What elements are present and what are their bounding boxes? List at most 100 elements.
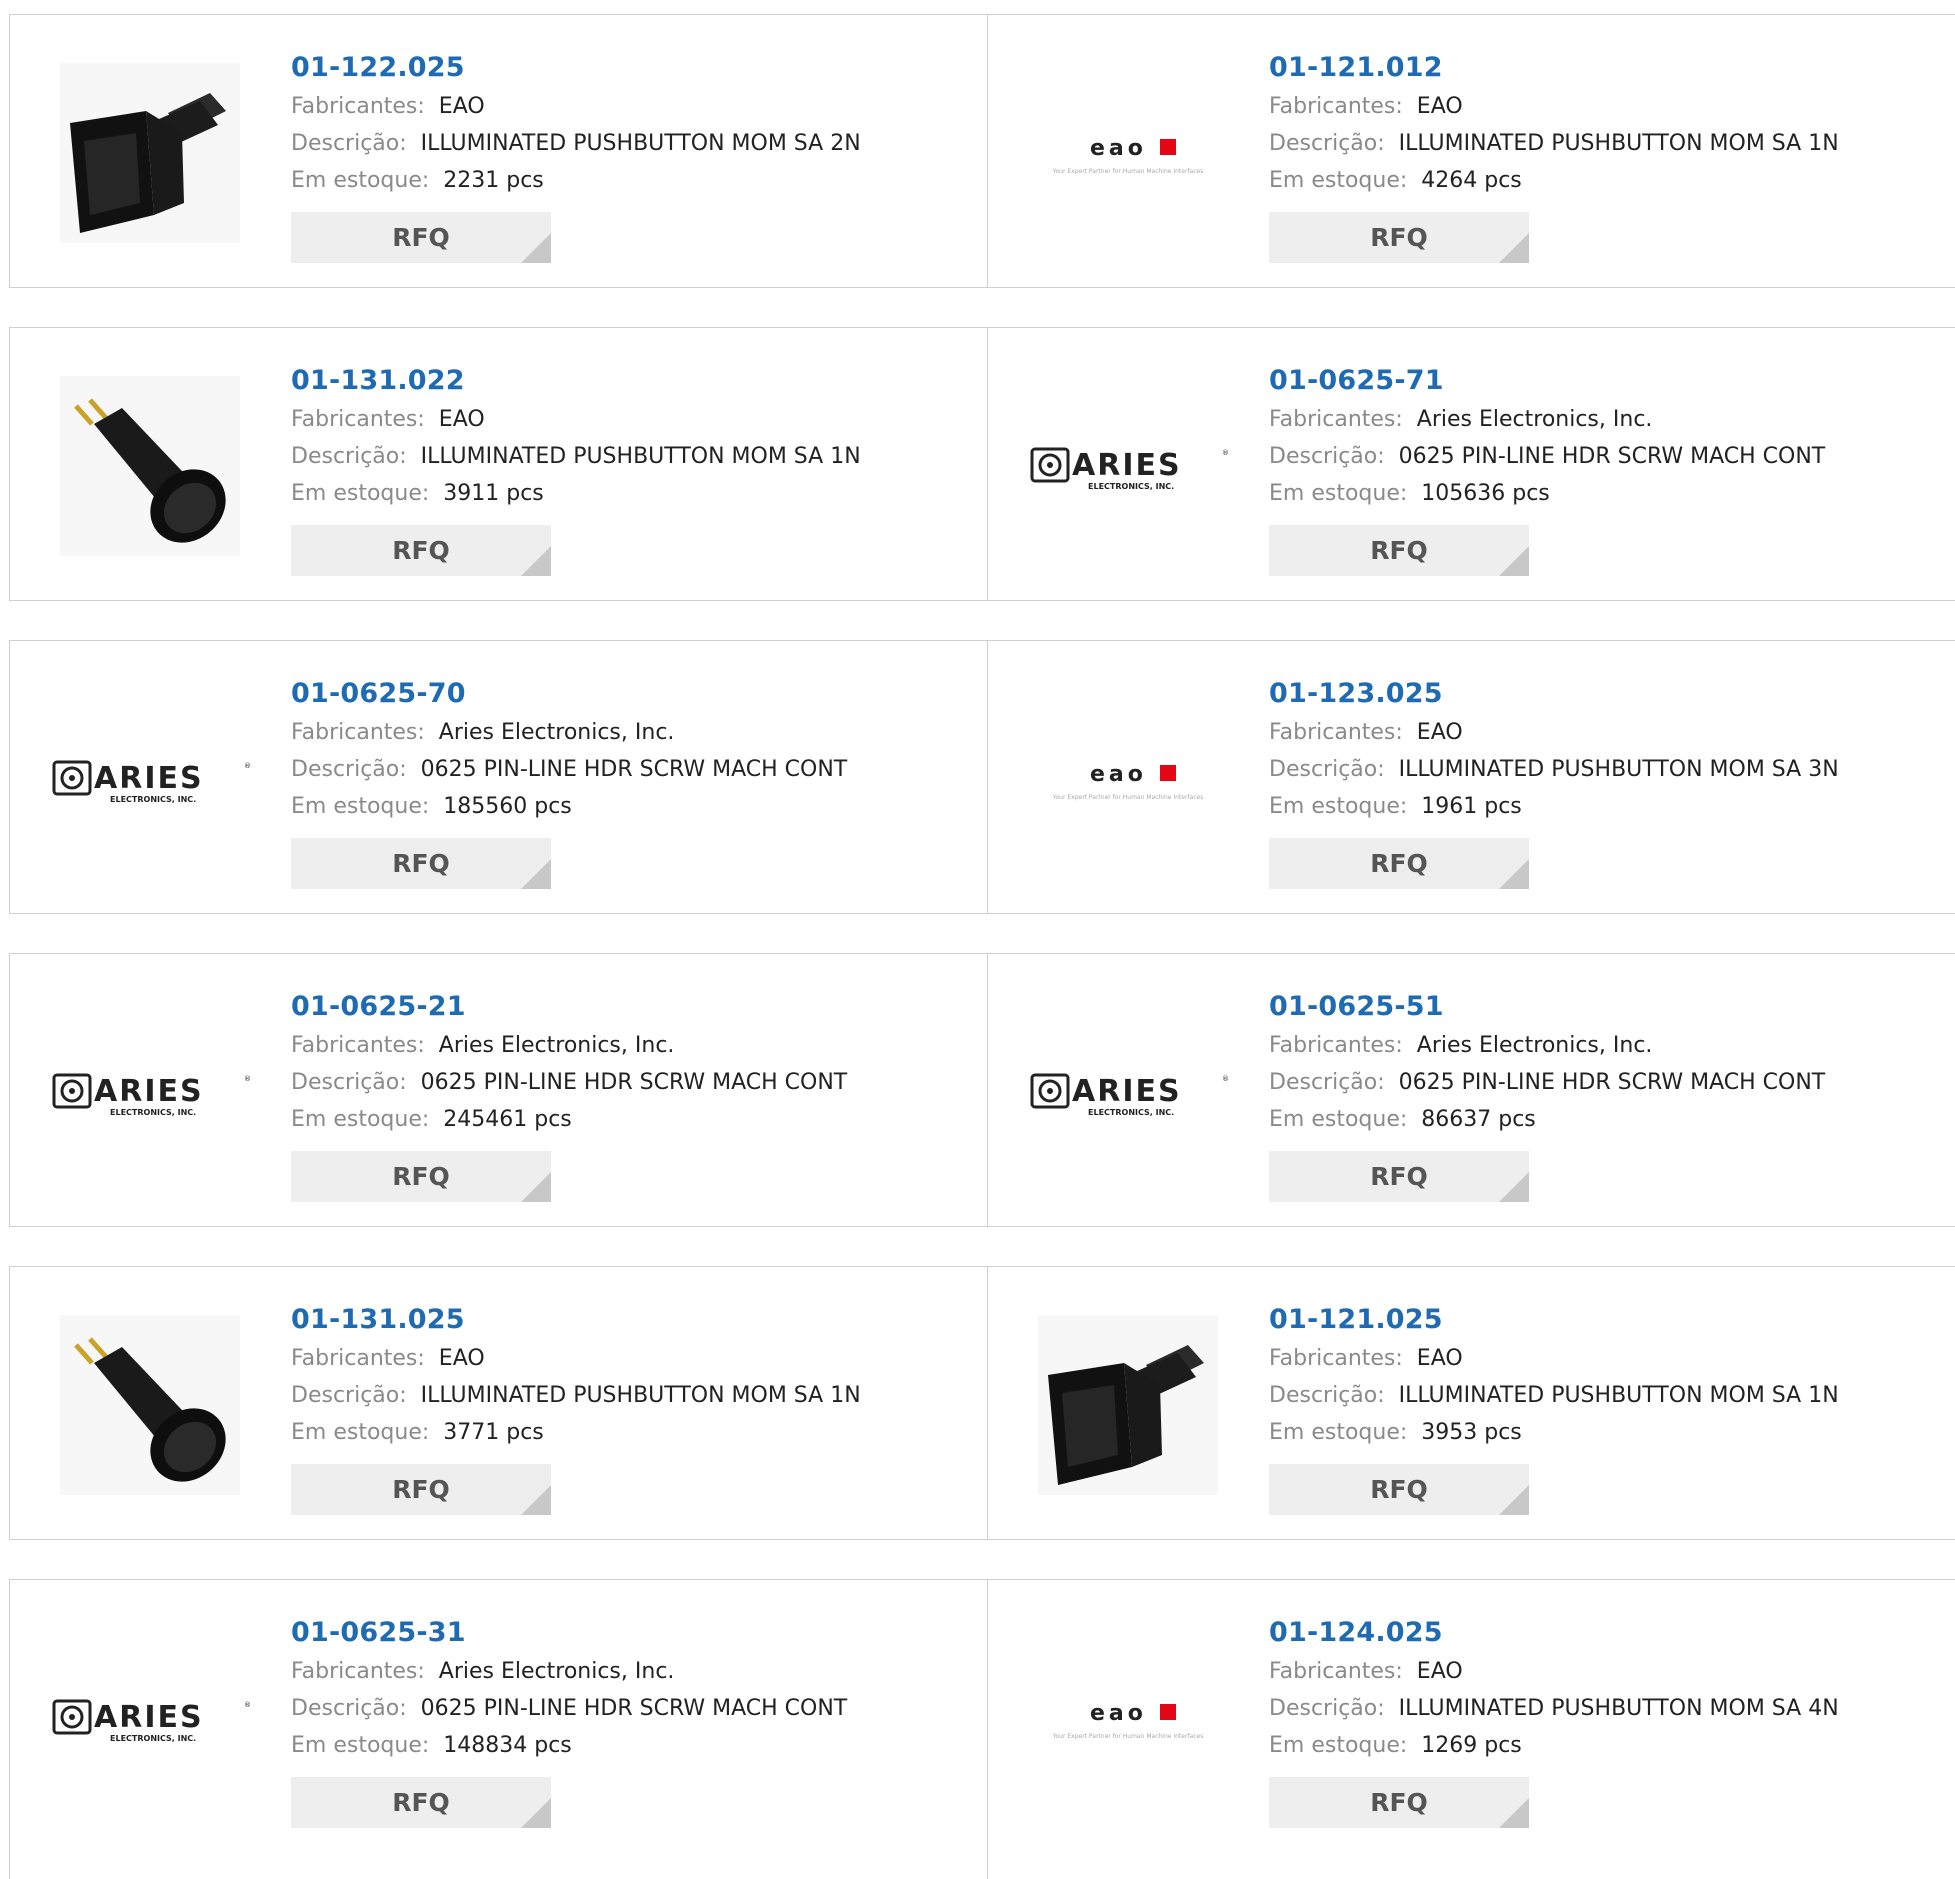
description-line: Descrição: 0625 PIN-LINE HDR SCRW MACH CO… [291, 751, 847, 788]
svg-text:Your Expert Partner for Human: Your Expert Partner for Human Machine In… [1052, 1733, 1204, 1740]
description-line: Descrição: 0625 PIN-LINE HDR SCRW MACH CO… [291, 1064, 847, 1101]
description-line: Descrição: ILLUMINATED PUSHBUTTON MOM SA … [1269, 751, 1839, 788]
product-info: 01-0625-70 Fabricantes: Aries Electronics,… [291, 674, 847, 889]
corner-triangle-icon [521, 1172, 551, 1202]
product-info: 01-123.025 Fabricantes: EAO Descrição: ILLUM… [1269, 674, 1839, 889]
eao-logo[interactable]: eao Your Expert Partner for Human Machine… [1028, 1618, 1228, 1818]
part-number-link[interactable]: 01-0625-21 [291, 987, 847, 1027]
svg-text:ELECTRONICS, INC.: ELECTRONICS, INC. [110, 1734, 196, 1743]
stock-value: 2231 pcs [443, 168, 544, 193]
aries-logo[interactable]: ARIES ® ELECTRONICS, INC. [50, 1618, 250, 1818]
stock-label: Em estoque: [1269, 1107, 1408, 1132]
stock-label: Em estoque: [1269, 1733, 1408, 1758]
product-row: 01-131.025 Fabricantes: EAO Descrição: ILLUM… [9, 1266, 1955, 1540]
description-value: 0625 PIN-LINE HDR SCRW MACH CONT [420, 757, 848, 782]
rfq-button[interactable]: RFQ [1269, 1777, 1529, 1828]
part-number-link[interactable]: 01-121.025 [1269, 1300, 1839, 1340]
rfq-button[interactable]: RFQ [1269, 212, 1529, 263]
eao-logo[interactable]: eao Your Expert Partner for Human Machine… [1028, 679, 1228, 879]
stock-value: 3953 pcs [1421, 1420, 1522, 1445]
stock-value: 148834 pcs [443, 1733, 572, 1758]
rfq-button[interactable]: RFQ [1269, 525, 1529, 576]
rfq-button[interactable]: RFQ [291, 1464, 551, 1515]
description-line: Descrição: 0625 PIN-LINE HDR SCRW MACH CO… [1269, 438, 1825, 475]
rfq-button-label: RFQ [392, 849, 450, 878]
part-number-link[interactable]: 01-124.025 [1269, 1613, 1839, 1653]
product-info: 01-0625-51 Fabricantes: Aries Electronics,… [1269, 987, 1825, 1202]
manufacturer-line: Fabricantes: EAO [291, 401, 861, 438]
manufacturer-line: Fabricantes: EAO [1269, 1340, 1839, 1377]
description-label: Descrição: [1269, 131, 1385, 156]
aries-logo[interactable]: ARIES ® ELECTRONICS, INC. [1028, 366, 1228, 566]
rfq-button[interactable]: RFQ [1269, 1151, 1529, 1202]
rfq-button[interactable]: RFQ [1269, 838, 1529, 889]
product-info: 01-0625-71 Fabricantes: Aries Electronics,… [1269, 361, 1825, 576]
svg-text:eao: eao [1090, 762, 1147, 787]
round-pushbutton-photo[interactable] [50, 1305, 250, 1505]
corner-triangle-icon [1499, 546, 1529, 576]
manufacturer-value: Aries Electronics, Inc. [1416, 1033, 1653, 1058]
svg-text:ELECTRONICS, INC.: ELECTRONICS, INC. [110, 1108, 196, 1117]
part-number-link[interactable]: 01-0625-70 [291, 674, 847, 714]
description-label: Descrição: [1269, 757, 1385, 782]
rfq-button[interactable]: RFQ [291, 1151, 551, 1202]
manufacturer-line: Fabricantes: Aries Electronics, Inc. [1269, 401, 1825, 438]
product-row: ARIES ® ELECTRONICS, INC. 01-0625-70 Fabrica… [9, 640, 1955, 914]
rfq-button-label: RFQ [392, 1162, 450, 1191]
svg-text:®: ® [1222, 449, 1228, 457]
rfq-button-label: RFQ [1370, 849, 1428, 878]
rfq-button[interactable]: RFQ [291, 838, 551, 889]
svg-text:Your Expert Partner for Human: Your Expert Partner for Human Machine In… [1052, 168, 1204, 175]
rfq-button[interactable]: RFQ [291, 212, 551, 263]
aries-logo[interactable]: ARIES ® ELECTRONICS, INC. [1028, 992, 1228, 1192]
description-label: Descrição: [1269, 1696, 1385, 1721]
svg-text:®: ® [244, 1075, 250, 1083]
aries-logo[interactable]: ARIES ® ELECTRONICS, INC. [50, 679, 250, 879]
stock-label: Em estoque: [291, 1733, 430, 1758]
part-number-link[interactable]: 01-0625-51 [1269, 987, 1825, 1027]
description-line: Descrição: ILLUMINATED PUSHBUTTON MOM SA … [1269, 1690, 1839, 1727]
svg-text:ARIES: ARIES [1072, 448, 1182, 483]
part-number-link[interactable]: 01-131.022 [291, 361, 861, 401]
corner-triangle-icon [1499, 859, 1529, 889]
product-card: 01-122.025 Fabricantes: EAO Descrição: ILLUM… [10, 15, 988, 287]
description-line: Descrição: 0625 PIN-LINE HDR SCRW MACH CO… [1269, 1064, 1825, 1101]
part-number-link[interactable]: 01-122.025 [291, 48, 861, 88]
aries-logo[interactable]: ARIES ® ELECTRONICS, INC. [50, 992, 250, 1192]
stock-label: Em estoque: [1269, 168, 1408, 193]
rfq-button[interactable]: RFQ [1269, 1464, 1529, 1515]
product-info: 01-121.012 Fabricantes: EAO Descrição: ILLUM… [1269, 48, 1839, 263]
square-pushbutton-photo[interactable] [1028, 1305, 1228, 1505]
manufacturer-line: Fabricantes: EAO [1269, 714, 1839, 751]
manufacturer-label: Fabricantes: [291, 1659, 425, 1684]
product-info: 01-0625-31 Fabricantes: Aries Electronics,… [291, 1613, 847, 1828]
description-label: Descrição: [291, 1070, 407, 1095]
part-number-link[interactable]: 01-123.025 [1269, 674, 1839, 714]
part-number-link[interactable]: 01-131.025 [291, 1300, 861, 1340]
manufacturer-label: Fabricantes: [1269, 94, 1403, 119]
stock-label: Em estoque: [291, 481, 430, 506]
stock-line: Em estoque: 86637 pcs [1269, 1101, 1825, 1138]
description-value: 0625 PIN-LINE HDR SCRW MACH CONT [420, 1070, 848, 1095]
description-label: Descrição: [1269, 1383, 1385, 1408]
stock-label: Em estoque: [291, 1107, 430, 1132]
stock-line: Em estoque: 245461 pcs [291, 1101, 847, 1138]
square-pushbutton-photo[interactable] [50, 53, 250, 253]
corner-triangle-icon [1499, 1172, 1529, 1202]
manufacturer-value: EAO [438, 407, 485, 432]
svg-text:eao: eao [1090, 136, 1147, 161]
part-number-link[interactable]: 01-0625-31 [291, 1613, 847, 1653]
product-card: eao Your Expert Partner for Human Machine… [988, 1580, 1955, 1879]
part-number-link[interactable]: 01-0625-71 [1269, 361, 1825, 401]
rfq-button[interactable]: RFQ [291, 1777, 551, 1828]
manufacturer-value: EAO [438, 1346, 485, 1371]
manufacturer-label: Fabricantes: [1269, 407, 1403, 432]
stock-line: Em estoque: 4264 pcs [1269, 162, 1839, 199]
round-pushbutton-photo[interactable] [50, 366, 250, 566]
rfq-button[interactable]: RFQ [291, 525, 551, 576]
description-line: Descrição: ILLUMINATED PUSHBUTTON MOM SA … [291, 438, 861, 475]
eao-logo[interactable]: eao Your Expert Partner for Human Machine… [1028, 53, 1228, 253]
part-number-link[interactable]: 01-121.012 [1269, 48, 1839, 88]
stock-value: 105636 pcs [1421, 481, 1550, 506]
rfq-button-label: RFQ [1370, 223, 1428, 252]
